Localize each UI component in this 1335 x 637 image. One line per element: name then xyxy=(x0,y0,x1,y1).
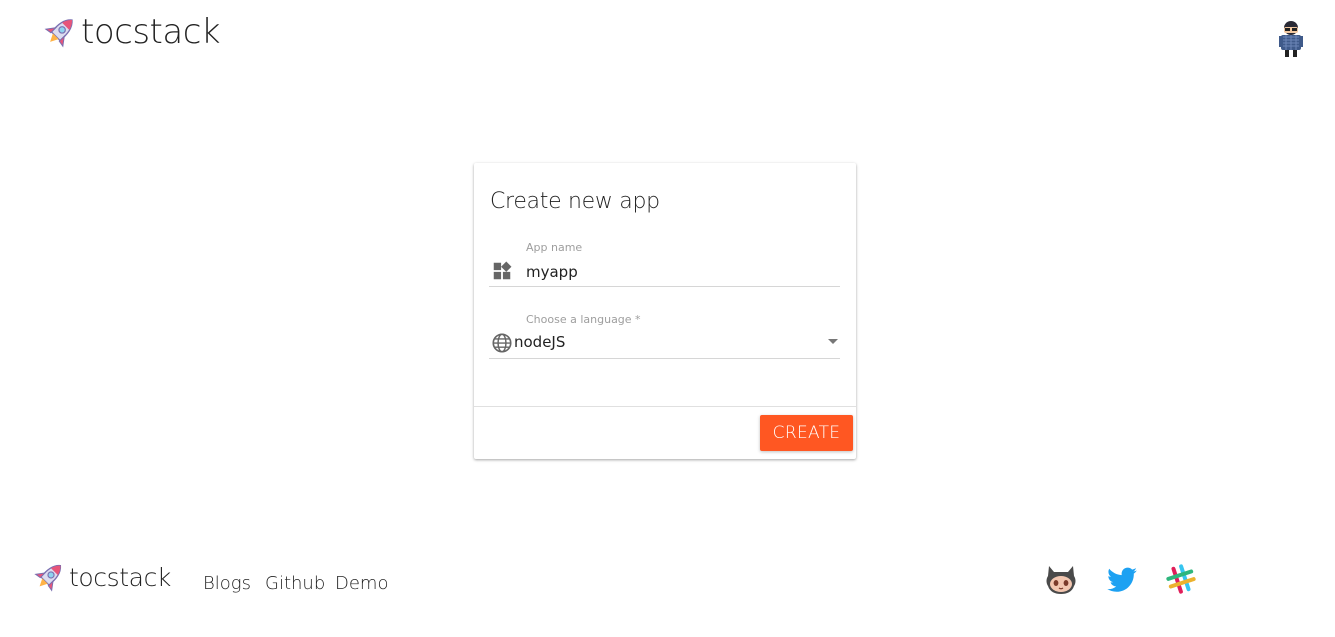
widgets-icon xyxy=(493,261,512,280)
footer: tocstack Blogs Github Demo xyxy=(0,548,1335,618)
caret-down-icon xyxy=(828,339,838,344)
globe-icon xyxy=(492,333,512,353)
avatar-icon[interactable] xyxy=(1276,20,1306,58)
app-name-label: App name xyxy=(526,241,583,254)
github-octocat-icon[interactable] xyxy=(1043,562,1079,596)
footer-brand-name: tocstack xyxy=(69,562,172,592)
create-app-card: Create new app App name Choose a languag… xyxy=(474,163,856,459)
footer-link-demo[interactable]: Demo xyxy=(335,573,388,594)
language-value: nodeJS xyxy=(514,333,566,351)
brand-name: tocstack xyxy=(81,12,221,52)
app-name-input[interactable] xyxy=(526,261,826,283)
card-title: Create new app xyxy=(490,189,660,214)
brand-logo-link[interactable]: tocstack xyxy=(40,12,221,52)
footer-brand-link[interactable]: tocstack xyxy=(30,558,171,596)
slack-icon[interactable] xyxy=(1163,562,1199,596)
rocket-icon xyxy=(34,564,62,592)
footer-link-blogs[interactable]: Blogs xyxy=(203,573,251,594)
rocket-icon xyxy=(44,19,73,48)
app-name-field: App name xyxy=(489,241,840,287)
language-label: Choose a language * xyxy=(526,313,641,326)
language-select[interactable]: Choose a language * nodeJS xyxy=(489,313,840,359)
create-button[interactable]: CREATE xyxy=(760,415,853,451)
card-divider xyxy=(474,406,856,407)
twitter-icon[interactable] xyxy=(1104,562,1140,596)
footer-link-github[interactable]: Github xyxy=(265,573,325,594)
header: tocstack xyxy=(0,0,1335,70)
